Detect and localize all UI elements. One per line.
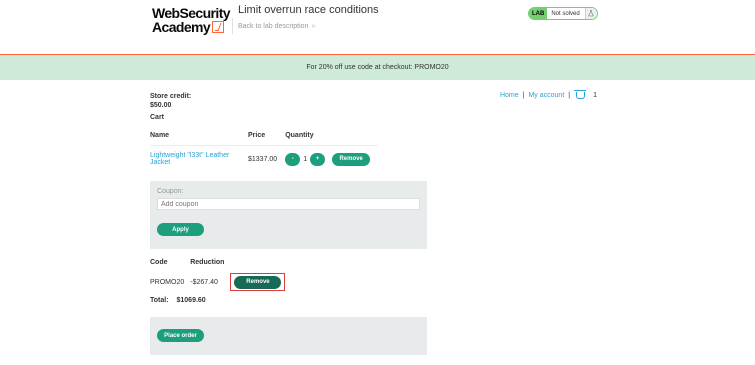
column-header-code: Code [150, 259, 168, 266]
cart-table: Name Price Quantity Lightweight "l33t" L… [150, 130, 379, 173]
lab-status-widget: LAB Not solved [528, 7, 598, 20]
checkout-form: Place order [150, 317, 427, 355]
store-credit-label: Store credit: [150, 93, 192, 100]
column-header-quantity: Quantity [285, 130, 379, 146]
coupon-input[interactable] [157, 198, 420, 210]
total-label: Total: [150, 297, 169, 304]
remove-coupon-highlight: Remove [230, 273, 286, 291]
my-account-link[interactable]: My account [528, 92, 564, 99]
quantity-value: 1 [303, 155, 308, 163]
coupon-code: PROMO20 [150, 278, 185, 286]
nav-separator: | [522, 92, 525, 99]
chevron-right-icon: » [311, 23, 316, 30]
cart-icon[interactable] [574, 90, 587, 99]
column-header-price: Price [248, 130, 286, 146]
header-divider [232, 18, 233, 34]
lab-status-text: Not solved [547, 8, 585, 19]
applied-coupon-row: PROMO20 -$267.40 Remove [150, 270, 291, 294]
promo-banner: For 20% off use code at checkout: PROMO2… [0, 55, 755, 80]
flask-icon [584, 8, 597, 19]
applied-coupons-table: Code Reduction PROMO20 -$267.40 Remove [150, 257, 291, 294]
store-credit-value: $50.00 [150, 102, 172, 109]
back-link-label: Back to lab description [238, 23, 309, 30]
cart-item-row: Lightweight "l33t" Leather Jacket $1337.… [150, 146, 378, 173]
column-header-name: Name [150, 130, 248, 146]
quantity-stepper: - 1 + Remove [285, 152, 371, 166]
site-header: WebSecurity Academy Limit overrun race c… [0, 0, 755, 55]
remove-item-button[interactable]: Remove [332, 152, 371, 166]
total-value: $1069.60 [176, 297, 206, 304]
place-order-button[interactable]: Place order [157, 329, 204, 342]
nav-separator: | [568, 92, 571, 99]
apply-coupon-button[interactable]: Apply [157, 223, 204, 236]
cart-table-header: Name Price Quantity [150, 130, 379, 146]
coupon-form: Coupon: Apply [150, 181, 427, 249]
lab-title: Limit overrun race conditions [238, 4, 379, 16]
home-link[interactable]: Home [500, 92, 519, 99]
product-price: $1337.00 [248, 155, 278, 163]
remove-coupon-button[interactable]: Remove [234, 275, 282, 289]
logo-mark-icon [212, 21, 225, 33]
logo-line-2: Academy [152, 19, 211, 35]
order-total: Total: $1069.60 [150, 297, 206, 304]
coupon-label: Coupon: [157, 188, 184, 195]
coupon-reduction: -$267.40 [190, 278, 218, 286]
decrease-quantity-button[interactable]: - [285, 152, 301, 166]
cart-heading: Cart [150, 114, 165, 121]
cart-count: 1 [593, 92, 597, 99]
column-header-reduction: Reduction [190, 259, 225, 266]
back-to-lab-description-link[interactable]: Back to lab description» [238, 23, 315, 30]
account-nav: Home | My account | 1 [500, 90, 597, 99]
logo-line-1: WebSecurity [152, 5, 231, 21]
increase-quantity-button[interactable]: + [310, 152, 326, 166]
product-link[interactable]: Lightweight "l33t" Leather Jacket [150, 152, 229, 166]
academy-logo[interactable]: WebSecurity Academy [152, 5, 231, 35]
lab-badge: LAB [529, 8, 548, 19]
store-credit: Store credit: $50.00 [150, 92, 191, 110]
